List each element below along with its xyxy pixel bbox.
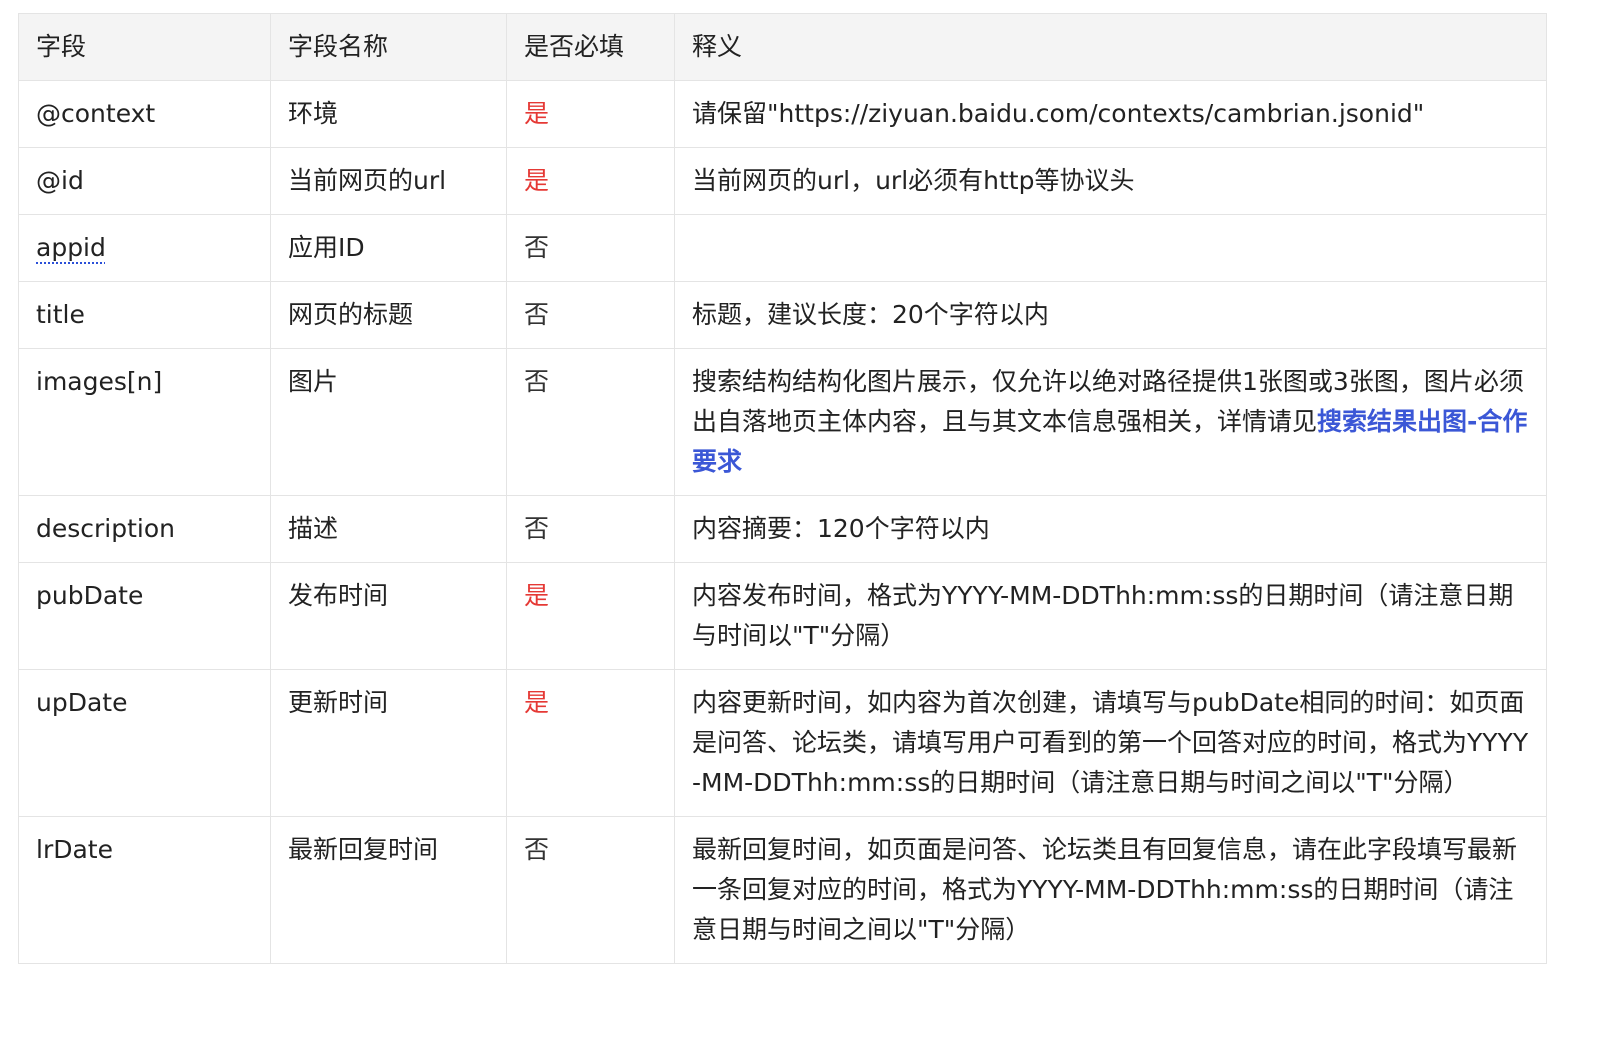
cell-required: 否 (506, 214, 675, 282)
table-header: 字段 字段名称 是否必填 释义 (18, 13, 1547, 81)
cell-field-name: 最新回复时间 (270, 816, 507, 964)
cell-field: title (18, 281, 271, 349)
cell-field-name: 发布时间 (270, 562, 507, 670)
table-row: @context 环境 是 请保留"https://ziyuan.baidu.c… (18, 80, 1547, 148)
cell-required: 是 (506, 669, 675, 817)
header-field: 字段 (18, 13, 271, 81)
cell-field: upDate (18, 669, 271, 817)
table-row: title 网页的标题 否 标题，建议长度：20个字符以内 (18, 281, 1547, 349)
cell-field: description (18, 495, 271, 563)
cell-field-name: 网页的标题 (270, 281, 507, 349)
spellcheck-underlined-text: appid (36, 233, 106, 262)
cell-field: pubDate (18, 562, 271, 670)
cell-required: 否 (506, 281, 675, 349)
table-row: appid 应用ID 否 (18, 214, 1547, 282)
table-row: lrDate 最新回复时间 否 最新回复时间，如页面是问答、论坛类且有回复信息，… (18, 816, 1547, 964)
cell-field: images[n] (18, 348, 271, 496)
cell-field-name: 图片 (270, 348, 507, 496)
cell-field-name: 应用ID (270, 214, 507, 282)
cell-field-name: 当前网页的url (270, 147, 507, 215)
cell-field: @context (18, 80, 271, 148)
cell-required: 是 (506, 562, 675, 670)
cell-description: 搜索结构结构化图片展示，仅允许以绝对路径提供1张图或3张图，图片必须出自落地页主… (674, 348, 1547, 496)
cell-field-name: 描述 (270, 495, 507, 563)
table-row: images[n] 图片 否 搜索结构结构化图片展示，仅允许以绝对路径提供1张图… (18, 348, 1547, 496)
cell-required: 否 (506, 816, 675, 964)
table-body: @context 环境 是 请保留"https://ziyuan.baidu.c… (18, 80, 1547, 964)
header-description: 释义 (674, 13, 1547, 81)
table-row: upDate 更新时间 是 内容更新时间，如内容为首次创建，请填写与pubDat… (18, 669, 1547, 817)
cell-field-name: 环境 (270, 80, 507, 148)
cell-description: 内容摘要：120个字符以内 (674, 495, 1547, 563)
cell-description: 内容更新时间，如内容为首次创建，请填写与pubDate相同的时间：如页面是问答、… (674, 669, 1547, 817)
table-row: @id 当前网页的url 是 当前网页的url，url必须有http等协议头 (18, 147, 1547, 215)
header-required: 是否必填 (506, 13, 675, 81)
cell-description: 标题，建议长度：20个字符以内 (674, 281, 1547, 349)
cell-description: 内容发布时间，格式为YYYY-MM-DDThh:mm:ss的日期时间（请注意日期… (674, 562, 1547, 670)
cell-required: 否 (506, 495, 675, 563)
cell-field: @id (18, 147, 271, 215)
cell-description: 最新回复时间，如页面是问答、论坛类且有回复信息，请在此字段填写最新一条回复对应的… (674, 816, 1547, 964)
cell-field-name: 更新时间 (270, 669, 507, 817)
cell-required: 是 (506, 147, 675, 215)
field-table-container: 字段 字段名称 是否必填 释义 @context 环境 是 请保留"https:… (18, 13, 1547, 964)
header-row: 字段 字段名称 是否必填 释义 (18, 13, 1547, 81)
header-field-name: 字段名称 (270, 13, 507, 81)
cell-field: appid (18, 214, 271, 282)
field-table: 字段 字段名称 是否必填 释义 @context 环境 是 请保留"https:… (18, 13, 1547, 964)
table-row: description 描述 否 内容摘要：120个字符以内 (18, 495, 1547, 563)
cell-required: 否 (506, 348, 675, 496)
cell-description: 请保留"https://ziyuan.baidu.com/contexts/ca… (674, 80, 1547, 148)
cell-required: 是 (506, 80, 675, 148)
table-row: pubDate 发布时间 是 内容发布时间，格式为YYYY-MM-DDThh:m… (18, 562, 1547, 670)
cell-description: 当前网页的url，url必须有http等协议头 (674, 147, 1547, 215)
cell-description (674, 214, 1547, 282)
cell-field: lrDate (18, 816, 271, 964)
